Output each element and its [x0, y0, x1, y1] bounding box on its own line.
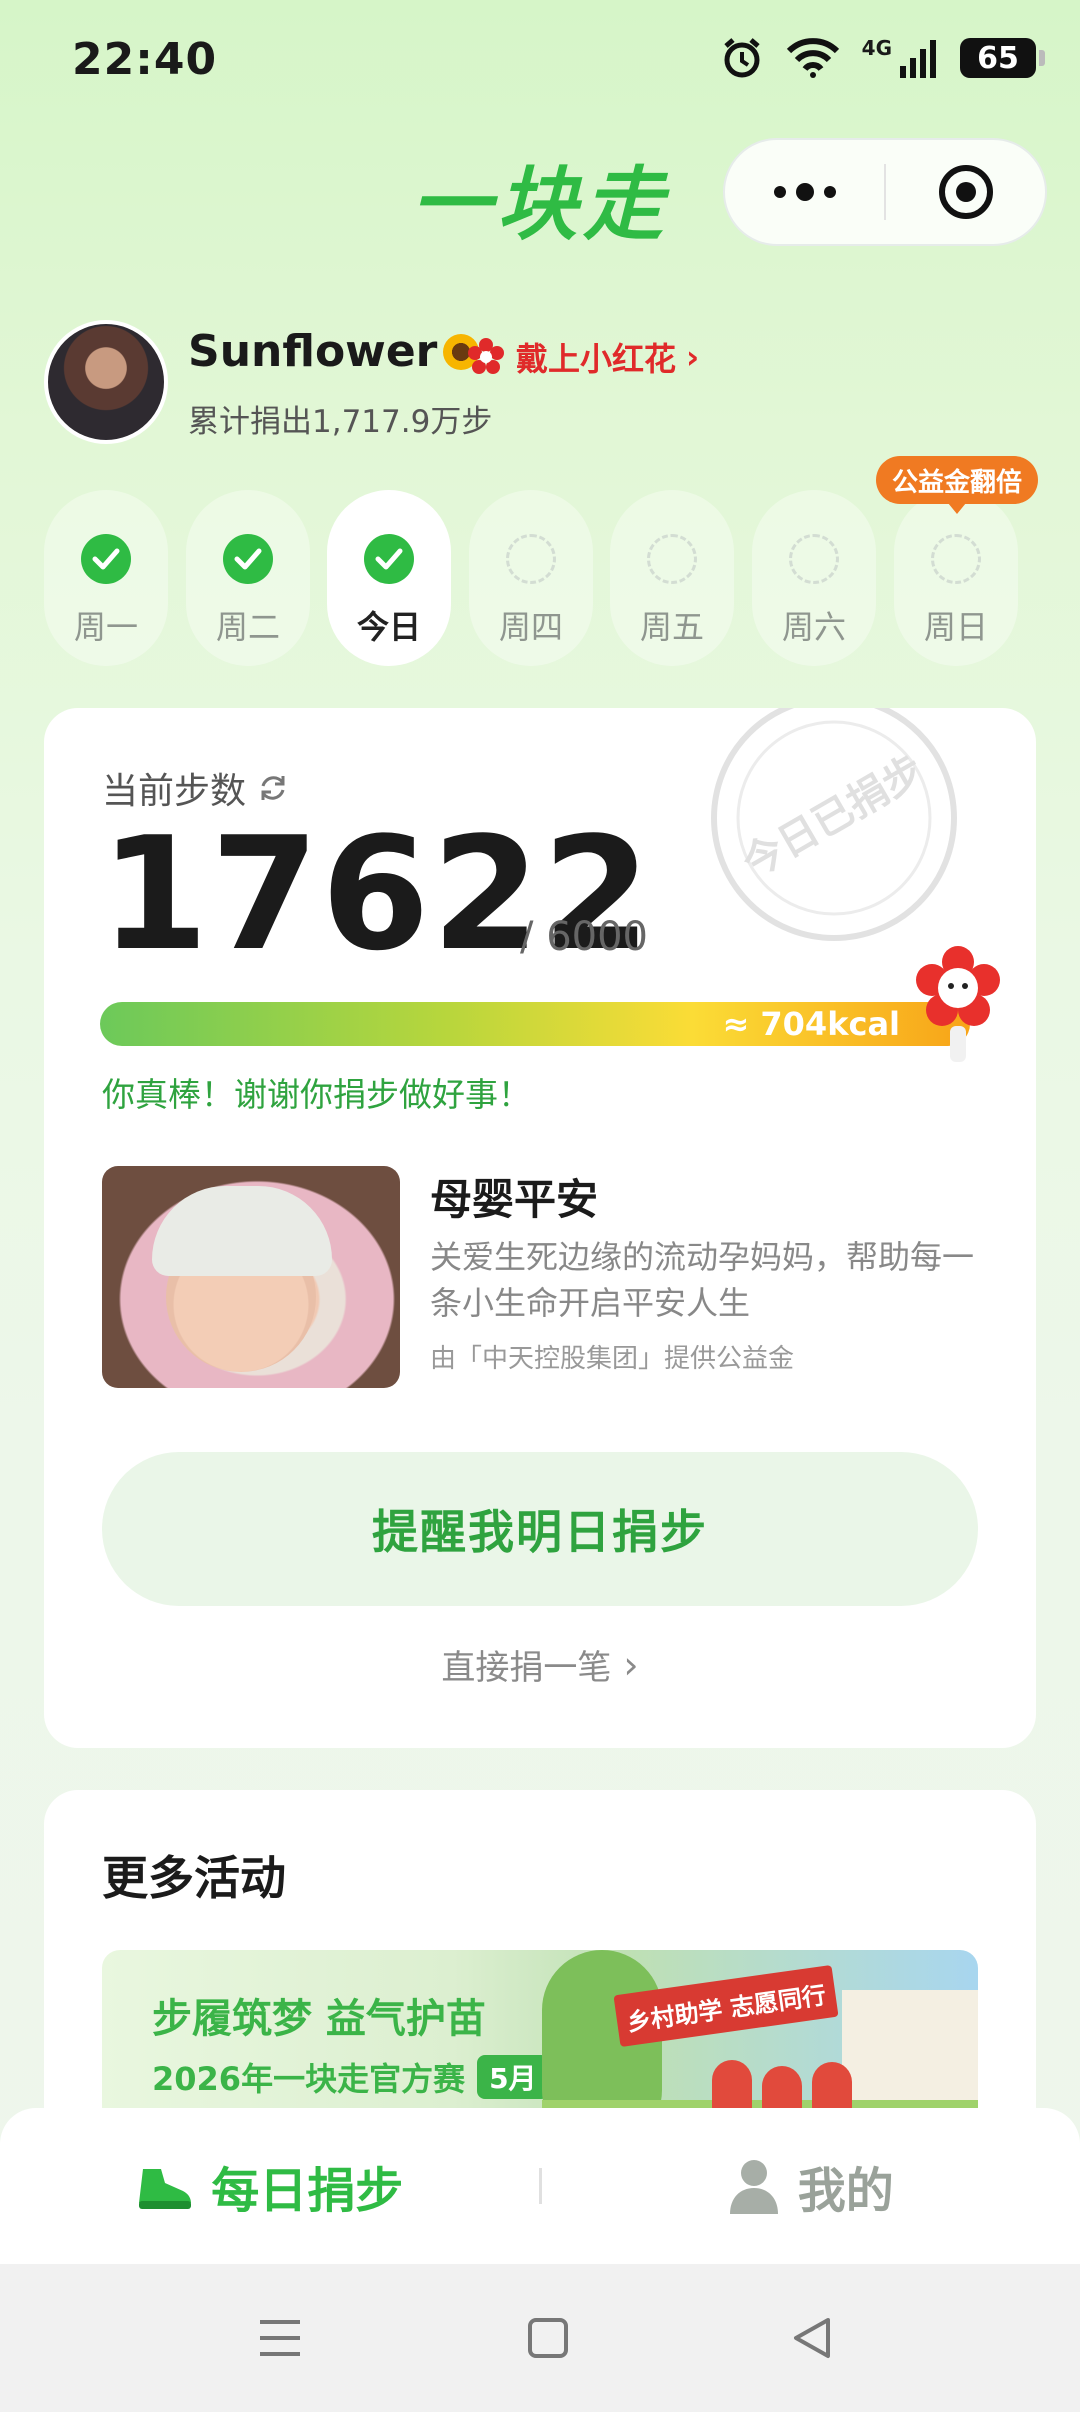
total-donated: 累计捐出1,717.9万步 [188, 404, 493, 440]
weekday-6[interactable]: 周六 [752, 490, 876, 666]
weekday-label: 周二 [215, 608, 280, 646]
target-close-icon [938, 165, 993, 219]
check-icon [364, 534, 414, 584]
weekday-5[interactable]: 周五 [610, 490, 734, 666]
square-home-icon [528, 2318, 568, 2358]
alarm-icon [724, 38, 760, 78]
network-type: 4G [861, 36, 892, 60]
recent-apps-button[interactable] [240, 2308, 320, 2368]
status-bar: 22:40 4G 65 [0, 0, 1080, 120]
more-dots-icon [773, 183, 836, 201]
username-text: Sunflower [188, 326, 438, 377]
pending-circle-icon [647, 534, 697, 584]
status-icons: 4G 65 [720, 36, 1045, 80]
project-image[interactable] [102, 1166, 400, 1388]
weekday-label: 今日 [356, 608, 421, 646]
steps-goal: / 6000 [520, 914, 648, 960]
weekday-3[interactable]: 今日 [327, 490, 451, 666]
praise-text: 你真棒！谢谢你捐步做好事！ [102, 1075, 531, 1114]
menu-icon [260, 2320, 300, 2356]
kcal-value: ≈ 704kcal [722, 1005, 900, 1043]
weekday-label: 周日 [923, 608, 988, 646]
banner-subtitle-text: 2026年一块走官方赛 [152, 2060, 466, 2098]
battery-icon: 65 [960, 38, 1045, 78]
chevron-right-icon: › [623, 1642, 639, 1687]
weekday-7[interactable]: 周日 [894, 490, 1018, 666]
bonus-badge: 公益金翻倍 [876, 456, 1038, 514]
steps-card: 当前步数 今日已捐步 17622 / 6000 ≈ 704kcal 你真棒！谢谢… [44, 708, 1036, 1748]
tab-mine[interactable]: 我的 [542, 2151, 1080, 2221]
tab-daily-donate[interactable]: 每日捐步 [0, 2151, 539, 2221]
donated-today-stamp: 今日已捐步 [711, 708, 957, 941]
back-triangle-icon [794, 2318, 830, 2358]
check-icon [223, 534, 273, 584]
person-icon [729, 2160, 778, 2214]
banner-title: 步履筑梦 益气护苗 [152, 1996, 486, 2042]
banner-subtitle: 2026年一块走官方赛 5月 [152, 2054, 549, 2100]
weekday-label: 周五 [639, 608, 704, 646]
chevron-right-icon: › [686, 338, 700, 376]
project-description: 关爱生死边缘的流动孕妈妈，帮助每一条小生命开启平安人生 [430, 1238, 975, 1322]
direct-donate-label: 直接捐一笔 [441, 1648, 612, 1688]
red-flower-icon [468, 338, 504, 374]
red-flower-label: 戴上小红花 [516, 340, 677, 378]
tab-mine-label: 我的 [797, 2163, 894, 2219]
pending-circle-icon [789, 534, 839, 584]
home-button[interactable] [508, 2308, 588, 2368]
weekday-1[interactable]: 周一 [44, 490, 168, 666]
banner-month-badge: 5月 [477, 2055, 549, 2099]
stamp-text: 今日已捐步 [735, 747, 931, 887]
red-flower-mascot-icon [916, 946, 1000, 1062]
weekday-4[interactable]: 周四 [469, 490, 593, 666]
back-button[interactable] [772, 2308, 852, 2368]
project-sponsor: 由「中天控股集团」提供公益金 [430, 1344, 795, 1374]
weekday-label: 周六 [781, 608, 846, 646]
wear-red-flower-link[interactable]: 戴上小红花 › [466, 334, 699, 380]
check-icon [81, 534, 131, 584]
wifi-icon [786, 38, 839, 78]
more-menu-button[interactable] [725, 140, 884, 244]
tab-bar: 每日捐步 我的 [0, 2108, 1080, 2264]
weekday-label: 周四 [498, 608, 563, 646]
close-mini-program-button[interactable] [886, 140, 1045, 244]
avatar[interactable] [44, 320, 168, 444]
pending-circle-icon [506, 534, 556, 584]
refresh-icon[interactable] [256, 771, 290, 805]
more-activities-title: 更多活动 [102, 1851, 286, 1905]
username: Sunflower [188, 326, 480, 377]
tab-daily-donate-label: 每日捐步 [211, 2163, 404, 2219]
signal-icon [900, 40, 936, 78]
steps-progress-bar: ≈ 704kcal [100, 1002, 970, 1046]
mini-program-capsule [723, 138, 1047, 246]
shoe-icon [139, 2169, 192, 2209]
baby-hat [152, 1186, 332, 1276]
status-time: 22:40 [72, 34, 218, 85]
direct-donate-link[interactable]: 直接捐一笔 › [44, 1640, 1036, 1689]
weekday-2[interactable]: 周二 [186, 490, 310, 666]
project-title[interactable]: 母婴平安 [430, 1166, 598, 1227]
remind-tomorrow-button[interactable]: 提醒我明日捐步 [102, 1452, 978, 1606]
weekday-label: 周一 [73, 608, 138, 646]
system-nav-bar [0, 2264, 1080, 2412]
pending-circle-icon [931, 534, 981, 584]
